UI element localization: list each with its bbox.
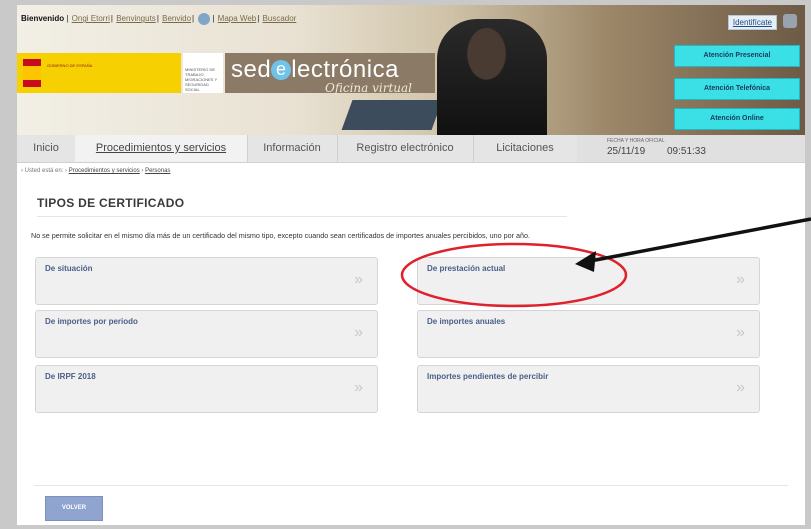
breadcrumb-prefix: › Usted está en:: [21, 168, 64, 174]
welcome-text: Bienvenido: [21, 14, 65, 24]
page-title: TIPOS DE CERTIFICADO: [37, 196, 185, 210]
presential-attention-button[interactable]: Atención Presencial: [674, 45, 800, 67]
top-links-bar: Bienvenido | Ongi Etorri| Benvinguts| Be…: [21, 13, 297, 25]
tab-informacion[interactable]: Información: [247, 135, 338, 162]
tab-label: Información: [263, 142, 321, 154]
online-attention-button[interactable]: Atención Online: [674, 108, 800, 130]
logo-suffix: lectrónica: [291, 56, 399, 83]
breadcrumb-procedimientos[interactable]: Procedimientos y servicios: [69, 168, 140, 174]
gov-text: GOBIERNO DE ESPAÑA: [47, 63, 93, 68]
footer-divider: [34, 485, 788, 486]
logo-e-icon: e: [271, 60, 292, 80]
tab-label: Licitaciones: [496, 142, 554, 154]
tab-label: Inicio: [33, 142, 59, 154]
laptop-image: [341, 100, 443, 130]
card-label: De prestación actual: [427, 264, 506, 273]
tab-label: Procedimientos y servicios: [95, 142, 227, 154]
tab-registro[interactable]: Registro electrónico: [337, 135, 474, 162]
card-label: De importes por periodo: [45, 317, 138, 326]
person-photo: [437, 19, 547, 135]
card-de-importes-anuales[interactable]: De importes anuales »: [417, 310, 760, 358]
audio-icon[interactable]: [198, 13, 211, 25]
title-divider: [37, 216, 567, 217]
back-button[interactable]: VOLVER: [45, 496, 103, 521]
notice-text: No se permite solicitar en el mismo día …: [31, 231, 530, 240]
clock-time: 09:51:33: [667, 146, 706, 157]
card-de-importes-por-periodo[interactable]: De importes por periodo »: [35, 310, 378, 358]
breadcrumb: › Usted está en: › Procedimientos y serv…: [21, 168, 171, 174]
page-container: Bienvenido | Ongi Etorri| Benvinguts| Be…: [17, 5, 805, 525]
card-label: De IRPF 2018: [45, 372, 96, 381]
chevron-right-icon: »: [354, 379, 363, 396]
clock-date: 25/11/19: [607, 146, 646, 157]
official-clock: FECHA Y HORA OFICIAL 25/11/19 09:51:33: [577, 135, 805, 162]
card-de-irpf-2018[interactable]: De IRPF 2018 »: [35, 365, 378, 413]
lang-link-galician[interactable]: Benvido: [162, 14, 191, 23]
card-importes-pendientes[interactable]: Importes pendientes de percibir »: [417, 365, 760, 413]
header-banner: Bienvenido | Ongi Etorri| Benvinguts| Be…: [17, 5, 805, 135]
tab-licitaciones[interactable]: Licitaciones: [473, 135, 578, 162]
lang-link-basque[interactable]: Ongi Etorri: [72, 14, 110, 23]
logo-subtitle: Oficina virtual: [325, 81, 412, 95]
tab-procedimientos[interactable]: Procedimientos y servicios: [75, 135, 248, 162]
chevron-right-icon: »: [736, 271, 745, 288]
spain-flag-icon: [23, 59, 41, 87]
lang-link-catalan[interactable]: Benvinguts: [116, 14, 156, 23]
tab-label: Registro electrónico: [356, 142, 454, 154]
card-de-situacion[interactable]: De situación »: [35, 257, 378, 305]
breadcrumb-personas[interactable]: Personas: [145, 168, 170, 174]
card-label: Importes pendientes de percibir: [427, 372, 549, 381]
chevron-right-icon: »: [354, 271, 363, 288]
sede-logo: sed e lectrónica Oficina virtual: [225, 53, 435, 95]
chevron-right-icon: »: [736, 324, 745, 341]
phone-attention-button[interactable]: Atención Telefónica: [674, 78, 800, 100]
logo-prefix: sed: [231, 56, 272, 83]
government-logo: GOBIERNO DE ESPAÑA: [17, 53, 181, 93]
tab-inicio[interactable]: Inicio: [17, 135, 76, 162]
ministry-label: MINISTERIO DE TRABAJO, MIGRACIONES Y SEG…: [183, 53, 223, 93]
site-map-link[interactable]: Mapa Web: [218, 14, 257, 23]
chevron-right-icon: »: [354, 324, 363, 341]
lock-icon: [783, 14, 797, 28]
card-label: De importes anuales: [427, 317, 506, 326]
clock-label: FECHA Y HORA OFICIAL: [607, 138, 665, 144]
card-de-prestacion-actual[interactable]: De prestación actual »: [417, 257, 760, 305]
search-link[interactable]: Buscador: [263, 14, 297, 23]
main-nav: Inicio Procedimientos y servicios Inform…: [17, 135, 805, 163]
identify-link[interactable]: Identifícate: [727, 15, 777, 30]
chevron-right-icon: »: [736, 379, 745, 396]
card-label: De situación: [45, 264, 93, 273]
